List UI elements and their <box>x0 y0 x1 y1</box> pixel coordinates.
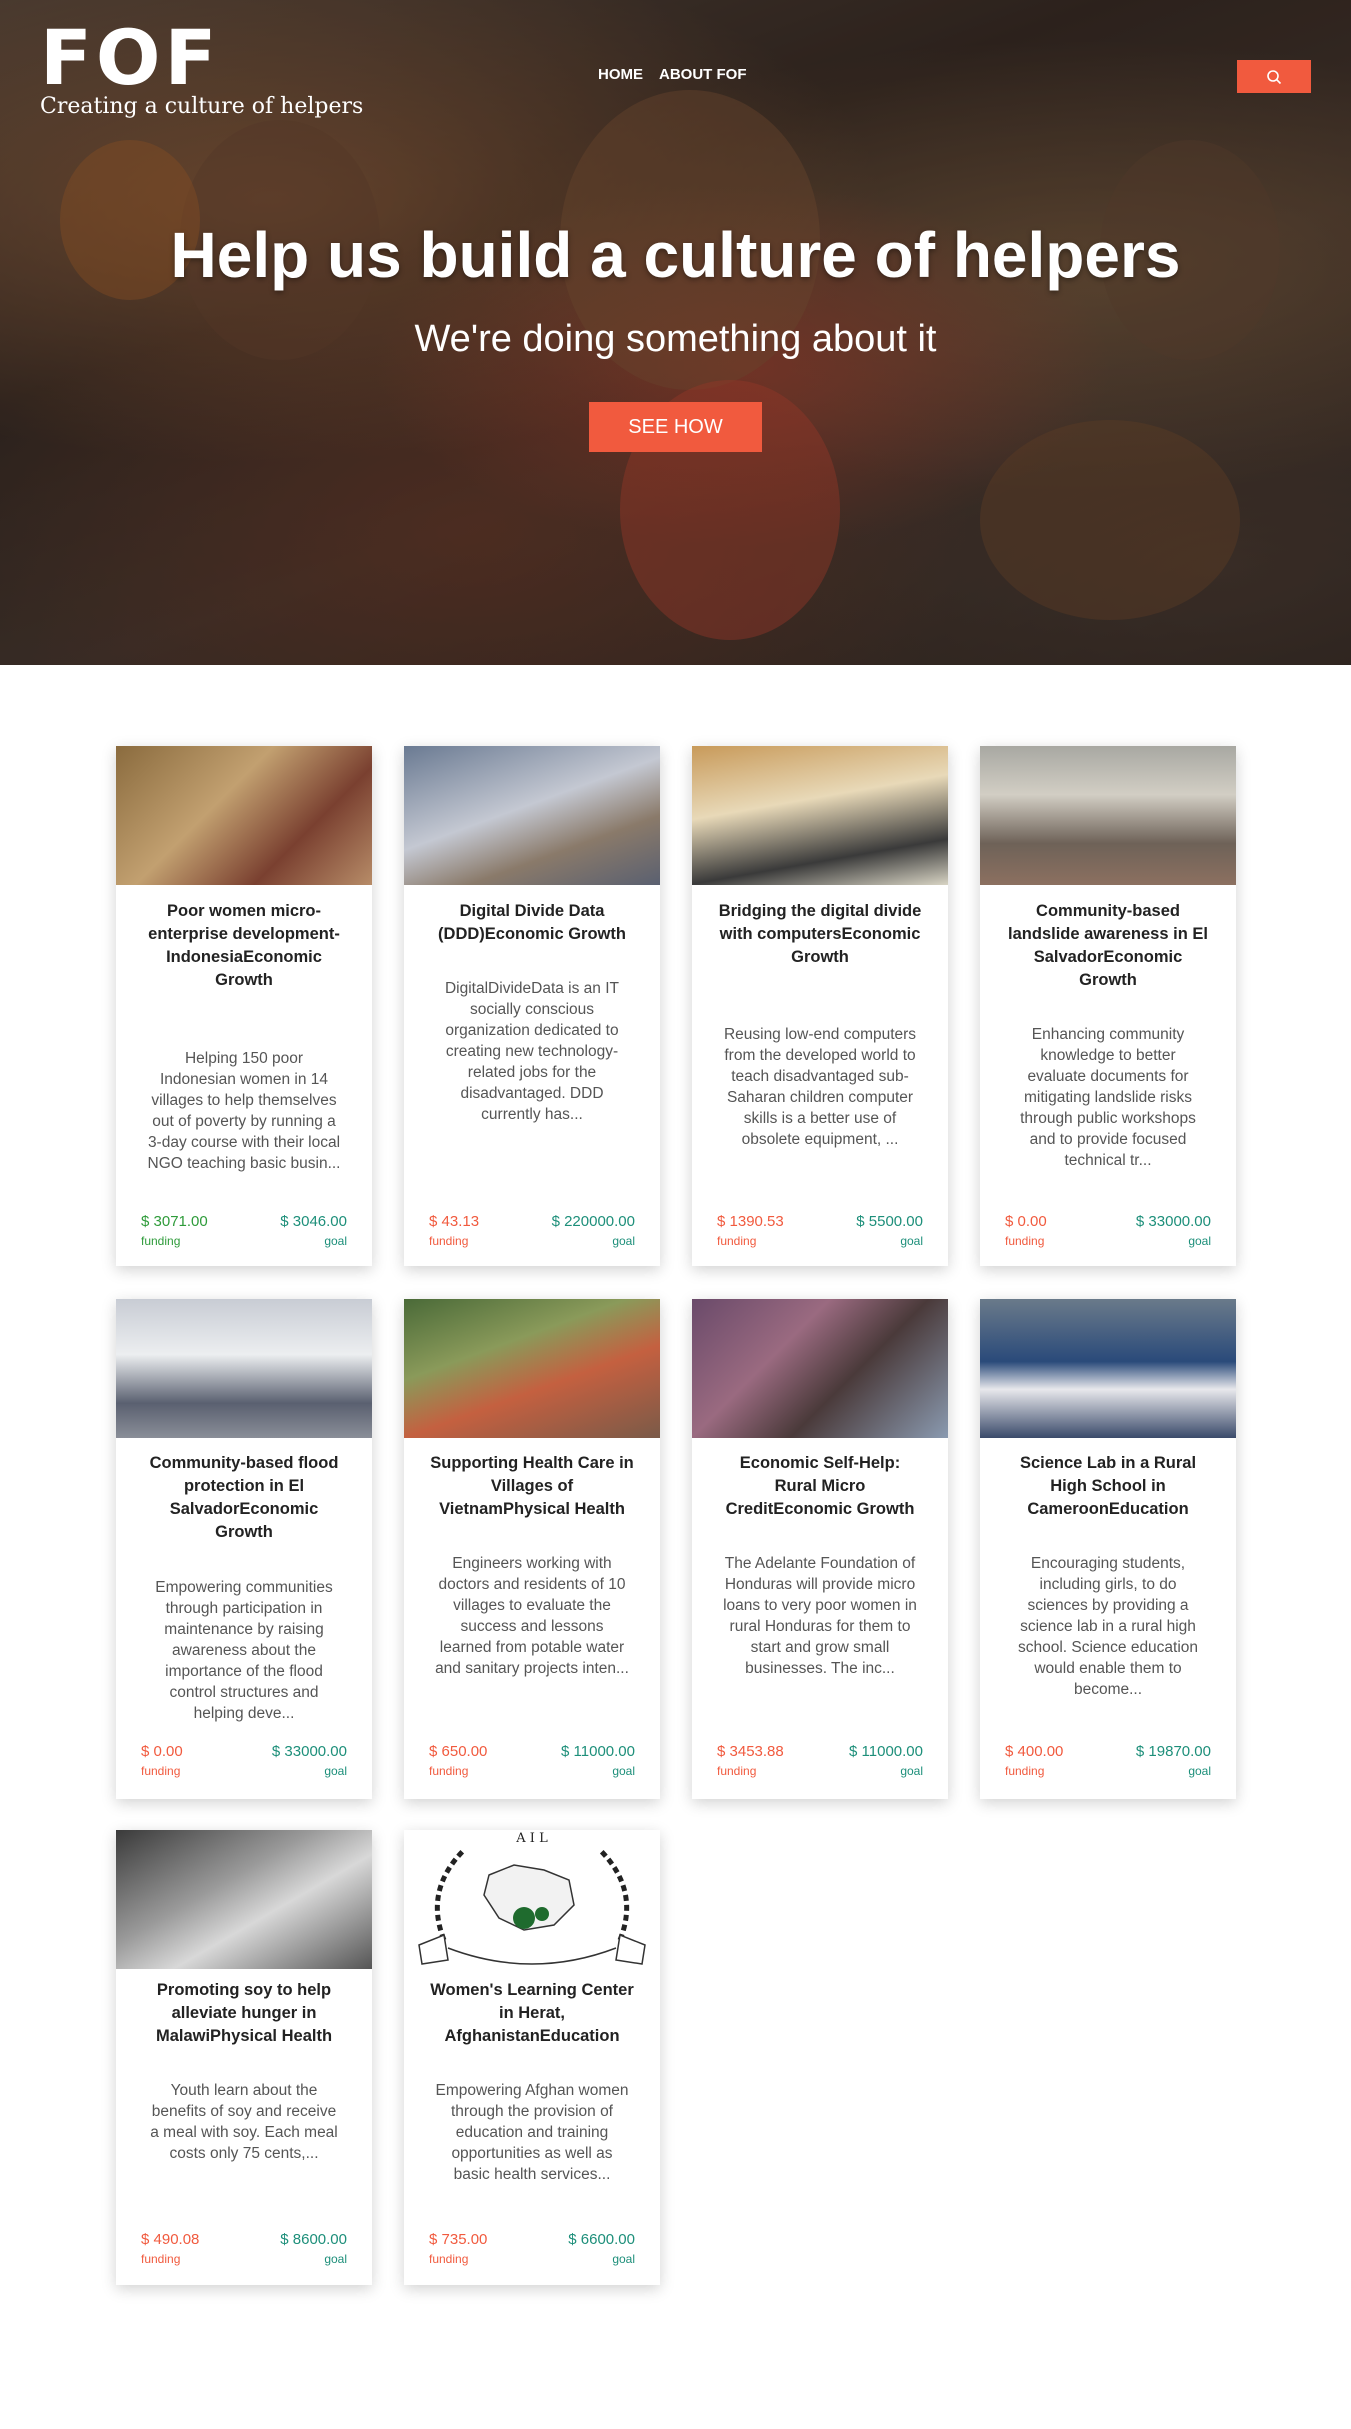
funding-label: funding <box>1005 1234 1045 1248</box>
goal-label: goal <box>900 1234 923 1248</box>
funding-label: funding <box>429 2252 469 2266</box>
goal-label: goal <box>324 2252 347 2266</box>
project-title[interactable]: Promoting soy to help alleviate hunger i… <box>116 1979 372 2048</box>
project-description: DigitalDivideData is an IT socially cons… <box>444 980 619 1123</box>
project-image <box>404 746 660 885</box>
goal-label: goal <box>612 1764 635 1778</box>
project-title[interactable]: Community-based flood protection in El S… <box>116 1452 372 1544</box>
goal-amount: $ 6600.00 <box>568 2231 635 2248</box>
logo[interactable]: FOF <box>40 20 220 96</box>
funding-label: funding <box>141 2252 181 2266</box>
project-description: Enhancing community knowledge to better … <box>1020 1026 1196 1169</box>
hero-title: Help us build a culture of helpers <box>170 219 1181 291</box>
logo-tagline: Creating a culture of helpers <box>40 94 364 119</box>
project-description: Youth learn about the benefits of soy an… <box>150 2082 338 2162</box>
nav-about[interactable]: ABOUT FOF <box>659 66 747 83</box>
project-card[interactable]: Poor women micro-enterprise development-… <box>116 746 372 1266</box>
funding-amount: $ 3071.00 <box>141 1213 208 1230</box>
project-card[interactable]: A I L Women's Learning Center in Herat, … <box>404 1830 660 2285</box>
goal-label: goal <box>1188 1764 1211 1778</box>
project-image: A I L <box>404 1830 660 1969</box>
goal-amount: $ 33000.00 <box>271 1743 347 1760</box>
project-title[interactable]: Bridging the digital divide with compute… <box>692 900 948 969</box>
ail-logo: A I L <box>418 1831 646 1965</box>
funding-amount: $ 650.00 <box>429 1743 488 1760</box>
funding-label: funding <box>1005 1764 1045 1778</box>
project-description: Empowering communities through participa… <box>155 1579 333 1722</box>
goal-label: goal <box>900 1764 923 1778</box>
project-card[interactable]: Digital Divide Data (DDD)Economic Growth… <box>404 746 660 1266</box>
goal-amount: $ 3046.00 <box>280 1213 347 1230</box>
funding-amount: $ 490.08 <box>141 2231 200 2248</box>
funding-label: funding <box>717 1764 757 1778</box>
project-title[interactable]: Women's Learning Center in Herat, Afghan… <box>404 1979 660 2048</box>
project-image <box>116 746 372 885</box>
project-card[interactable]: Community-based landslide awareness in E… <box>980 746 1236 1266</box>
goal-amount: $ 19870.00 <box>1135 1743 1211 1760</box>
ail-logo-text: A I L <box>515 1831 548 1846</box>
nav-home[interactable]: HOME <box>598 66 643 83</box>
project-title[interactable]: Science Lab in a Rural High School in Ca… <box>980 1452 1236 1521</box>
project-card[interactable]: Science Lab in a Rural High School in Ca… <box>980 1299 1236 1799</box>
goal-amount: $ 8600.00 <box>280 2231 347 2248</box>
funding-label: funding <box>717 1234 757 1248</box>
goal-amount: $ 5500.00 <box>856 1213 923 1230</box>
project-description: Helping 150 poor Indonesian women in 14 … <box>147 1050 341 1172</box>
goal-amount: $ 220000.00 <box>551 1213 635 1230</box>
goal-amount: $ 33000.00 <box>1135 1213 1211 1230</box>
project-card[interactable]: Promoting soy to help alleviate hunger i… <box>116 1830 372 2285</box>
goal-label: goal <box>324 1764 347 1778</box>
project-description: Empowering Afghan women through the prov… <box>435 2082 629 2183</box>
project-image <box>116 1830 372 1969</box>
funding-amount: $ 735.00 <box>429 2231 488 2248</box>
search-button[interactable] <box>1237 60 1311 93</box>
project-description: Encouraging students, including girls, t… <box>1017 1555 1199 1698</box>
goal-amount: $ 11000.00 <box>849 1743 923 1760</box>
funding-amount: $ 400.00 <box>1005 1743 1064 1760</box>
project-title[interactable]: Supporting Health Care in Villages of Vi… <box>404 1452 660 1521</box>
project-image <box>116 1299 372 1438</box>
funding-label: funding <box>429 1234 469 1248</box>
project-card[interactable]: Economic Self-Help: Rural Micro CreditEc… <box>692 1299 948 1799</box>
goal-label: goal <box>612 1234 635 1248</box>
project-card[interactable]: Bridging the digital divide with compute… <box>692 746 948 1266</box>
goal-amount: $ 11000.00 <box>561 1743 635 1760</box>
project-image <box>692 746 948 885</box>
project-image <box>692 1299 948 1438</box>
project-title[interactable]: Poor women micro-enterprise development-… <box>116 900 372 992</box>
project-title[interactable]: Community-based landslide awareness in E… <box>980 900 1236 992</box>
project-card[interactable]: Supporting Health Care in Villages of Vi… <box>404 1299 660 1799</box>
funding-amount: $ 1390.53 <box>717 1213 784 1230</box>
funding-amount: $ 0.00 <box>141 1743 183 1760</box>
project-description: Engineers working with doctors and resid… <box>435 1555 629 1677</box>
goal-label: goal <box>1188 1234 1211 1248</box>
main-nav: HOME ABOUT FOF <box>598 66 747 83</box>
goal-label: goal <box>612 2252 635 2266</box>
funding-label: funding <box>141 1234 181 1248</box>
project-title[interactable]: Economic Self-Help: Rural Micro CreditEc… <box>692 1452 948 1521</box>
project-description: Reusing low-end computers from the devel… <box>723 1026 917 1148</box>
funding-label: funding <box>141 1764 181 1778</box>
project-image <box>980 1299 1236 1438</box>
project-image <box>980 746 1236 885</box>
hero-banner: FOF Creating a culture of helpers HOME A… <box>0 0 1351 665</box>
goal-label: goal <box>324 1234 347 1248</box>
see-how-button[interactable]: SEE HOW <box>589 402 762 452</box>
project-image <box>404 1299 660 1438</box>
project-card[interactable]: Community-based flood protection in El S… <box>116 1299 372 1799</box>
funding-amount: $ 43.13 <box>429 1213 480 1230</box>
project-description: The Adelante Foundation of Honduras will… <box>723 1555 917 1677</box>
project-title[interactable]: Digital Divide Data (DDD)Economic Growth <box>404 900 660 946</box>
funding-amount: $ 0.00 <box>1005 1213 1047 1230</box>
funding-label: funding <box>429 1764 469 1778</box>
search-icon <box>1267 69 1282 84</box>
funding-amount: $ 3453.88 <box>717 1743 784 1760</box>
hero-subtitle: We're doing something about it <box>414 318 937 360</box>
